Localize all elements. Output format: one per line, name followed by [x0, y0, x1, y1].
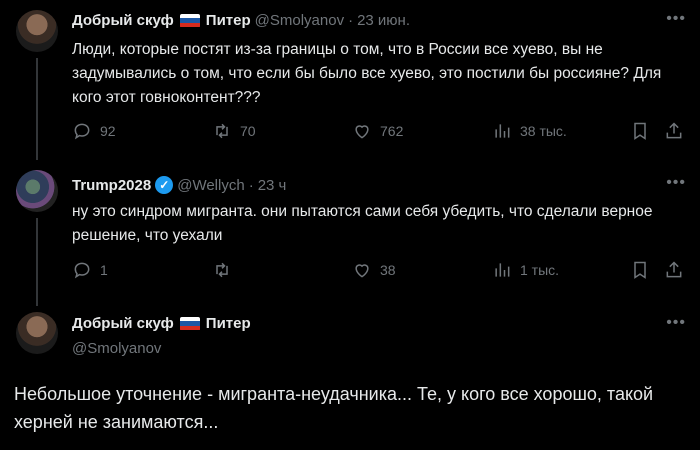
avatar[interactable] — [16, 312, 58, 354]
tweet-text: Люди, которые постят из-за границы о том… — [72, 41, 662, 106]
reply-count: 1 — [100, 262, 108, 278]
tweet-text: Небольшое уточнение - мигранта-неудачник… — [14, 384, 654, 432]
avatar[interactable] — [16, 170, 58, 212]
author-name[interactable]: Добрый скуф — [72, 315, 174, 332]
bookmark-icon — [634, 122, 646, 140]
author-name-suffix[interactable]: Питер — [206, 315, 251, 332]
retweet-count: 70 — [240, 123, 256, 139]
like-button[interactable]: 762 — [352, 121, 403, 141]
tweet-text: ну это синдром мигранта. они пытаются са… — [72, 203, 653, 244]
reply-button[interactable]: 1 — [72, 260, 108, 280]
ru-flag-icon — [179, 316, 200, 331]
views-count: 1 тыс. — [520, 262, 560, 278]
author-handle[interactable]: @Wellych — [177, 177, 244, 194]
thread-line — [36, 58, 38, 160]
author-handle[interactable]: @Smolyanov — [255, 12, 344, 29]
retweet-button[interactable]: 70 — [212, 121, 256, 141]
author-name-suffix[interactable]: Питер — [206, 12, 251, 29]
retweet-button[interactable] — [212, 260, 240, 280]
timestamp[interactable]: 23 июн. — [357, 12, 410, 29]
bookmark-button[interactable] — [630, 260, 650, 280]
views-count: 38 тыс. — [520, 123, 567, 139]
tweet-header: Добрый скуф Питер — [72, 315, 251, 332]
tweet-handle-row: @Smolyanov — [72, 340, 161, 357]
tweet-3[interactable]: Добрый скуф Питер @Smolyanov ••• Небольш… — [0, 300, 700, 450]
verified-badge-icon: ✓ — [155, 176, 174, 194]
retweet-icon — [216, 262, 228, 278]
separator: · — [348, 12, 354, 29]
like-count: 38 — [380, 262, 396, 278]
like-icon — [355, 125, 369, 139]
bookmark-button[interactable] — [630, 121, 650, 141]
share-button[interactable] — [664, 121, 684, 141]
share-icon — [666, 261, 682, 278]
reply-count: 92 — [100, 123, 116, 139]
author-name[interactable]: Добрый скуф — [72, 12, 174, 29]
views-icon — [495, 263, 510, 277]
more-icon[interactable]: ••• — [666, 10, 686, 28]
share-button[interactable] — [664, 260, 684, 280]
timestamp[interactable]: 23 ч — [258, 177, 287, 194]
like-count: 762 — [380, 123, 404, 139]
tweet-1[interactable]: Добрый скуф Питер @Smolyanov · 23 июн. •… — [0, 0, 700, 160]
author-handle[interactable]: @Smolyanov — [72, 340, 161, 357]
ru-flag-icon — [179, 13, 200, 28]
like-icon — [355, 264, 369, 278]
reply-icon — [74, 262, 90, 279]
retweet-icon — [216, 123, 228, 139]
like-button[interactable]: 38 — [352, 260, 396, 280]
reply-icon — [74, 123, 90, 140]
action-bar: 92 70 762 38 тыс. — [72, 121, 687, 147]
more-icon[interactable]: ••• — [666, 174, 686, 192]
tweet-2[interactable]: Trump2028 ✓ @Wellych · 23 ч ••• ну это с… — [0, 160, 700, 306]
action-bar: 1 38 1 тыс. — [72, 260, 687, 286]
views-icon — [495, 124, 510, 138]
separator: · — [248, 176, 254, 194]
thread-line — [36, 218, 38, 306]
share-icon — [666, 122, 682, 139]
reply-button[interactable]: 92 — [72, 121, 116, 141]
author-name[interactable]: Trump2028 — [72, 177, 151, 194]
avatar[interactable] — [16, 10, 58, 52]
tweet-header: Trump2028 ✓ @Wellych · 23 ч — [72, 176, 286, 194]
tweet-header: Добрый скуф Питер @Smolyanov · 23 июн. — [72, 12, 410, 29]
more-icon[interactable]: ••• — [666, 314, 686, 332]
bookmark-icon — [634, 261, 646, 279]
views-button[interactable]: 38 тыс. — [492, 121, 567, 141]
views-button[interactable]: 1 тыс. — [492, 260, 559, 280]
